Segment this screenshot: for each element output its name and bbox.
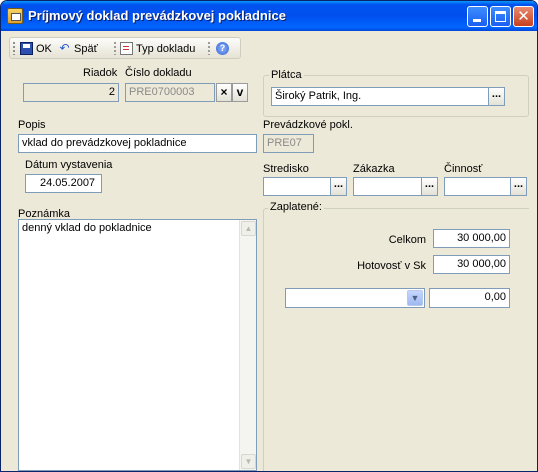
datum-label: Dátum vystavenia bbox=[25, 159, 113, 171]
title-bar[interactable]: Príjmový doklad prevádzkovej pokladnice … bbox=[1, 1, 537, 31]
back-button[interactable]: ↶ Späť bbox=[58, 40, 98, 58]
close-button[interactable]: ✕ bbox=[513, 6, 534, 27]
close-icon: ✕ bbox=[517, 7, 530, 25]
zakazka-label: Zákazka bbox=[353, 163, 395, 175]
datum-field[interactable]: 24.05.2007 bbox=[25, 174, 102, 193]
chevron-down-icon[interactable]: ▼ bbox=[407, 290, 423, 306]
platca-browse-button[interactable]: ... bbox=[488, 87, 505, 106]
hotovost-field[interactable]: 30 000,00 bbox=[433, 255, 510, 274]
celkom-label: Celkom bbox=[388, 234, 426, 246]
toolbar-separator bbox=[208, 42, 210, 55]
save-disk-icon bbox=[20, 41, 33, 55]
maximize-button[interactable] bbox=[490, 6, 511, 27]
poznamka-textarea[interactable]: denný vklad do pokladnice ▲ ▼ bbox=[18, 219, 257, 471]
next-number-button[interactable]: v bbox=[232, 83, 248, 102]
doc-type-label: Typ dokladu bbox=[136, 43, 196, 55]
ok-button[interactable]: OK bbox=[20, 40, 52, 58]
cislo-dokladu-label: Číslo dokladu bbox=[125, 67, 192, 79]
scroll-down-icon[interactable]: ▼ bbox=[241, 454, 256, 469]
platca-field[interactable]: Široký Patrik, Ing. bbox=[271, 87, 489, 106]
zakazka-field[interactable] bbox=[353, 177, 422, 196]
other-payment-field[interactable]: 0,00 bbox=[429, 288, 510, 308]
popis-field[interactable]: vklad do prevádzkovej pokladnice bbox=[18, 134, 257, 153]
minimize-icon bbox=[473, 19, 481, 22]
payment-type-select[interactable]: ▼ bbox=[285, 288, 425, 308]
scroll-up-icon[interactable]: ▲ bbox=[241, 221, 256, 236]
poznamka-scrollbar[interactable]: ▲ ▼ bbox=[239, 220, 256, 470]
prevadzkove-label: Prevádzkové pokl. bbox=[263, 119, 353, 131]
back-label: Späť bbox=[74, 43, 98, 55]
platca-label: Plátca bbox=[269, 69, 304, 81]
document-window: Príjmový doklad prevádzkovej pokladnice … bbox=[0, 0, 538, 472]
help-icon: ? bbox=[216, 41, 229, 55]
toolbar-separator bbox=[114, 42, 116, 55]
celkom-field[interactable]: 30 000,00 bbox=[433, 229, 510, 248]
prevadzkove-field: PRE07 bbox=[263, 134, 314, 153]
cislo-dokladu-field[interactable]: PRE0700003 bbox=[125, 83, 215, 102]
cinnost-field[interactable] bbox=[444, 177, 511, 196]
stredisko-field[interactable] bbox=[263, 177, 331, 196]
help-button[interactable]: ? bbox=[216, 40, 232, 58]
cinnost-label: Činnosť bbox=[444, 163, 483, 175]
riadok-field: 2 bbox=[23, 83, 119, 102]
document-icon bbox=[120, 41, 133, 55]
toolbar: OK ↶ Späť Typ dokladu ? bbox=[9, 37, 241, 59]
poznamka-text: denný vklad do pokladnice bbox=[22, 222, 152, 234]
ok-label: OK bbox=[36, 43, 52, 55]
minimize-button[interactable] bbox=[467, 6, 488, 27]
hotovost-label: Hotovosť v Sk bbox=[357, 260, 426, 272]
zakazka-browse-button[interactable]: ... bbox=[421, 177, 438, 196]
riadok-label: Riadok bbox=[83, 67, 118, 79]
popis-label: Popis bbox=[18, 119, 46, 131]
maximize-icon bbox=[495, 11, 506, 22]
stredisko-browse-button[interactable]: ... bbox=[330, 177, 347, 196]
zaplatene-title: Zaplatené: bbox=[268, 201, 324, 213]
undo-arrow-icon: ↶ bbox=[59, 40, 70, 55]
stredisko-label: Stredisko bbox=[263, 163, 309, 175]
window-title: Príjmový doklad prevádzkovej pokladnice bbox=[28, 8, 286, 23]
delete-number-button[interactable]: × bbox=[216, 83, 232, 102]
toolbar-grip[interactable] bbox=[13, 42, 15, 55]
cinnost-browse-button[interactable]: ... bbox=[510, 177, 527, 196]
app-icon bbox=[7, 8, 23, 24]
doc-type-button[interactable]: Typ dokladu bbox=[120, 40, 195, 58]
